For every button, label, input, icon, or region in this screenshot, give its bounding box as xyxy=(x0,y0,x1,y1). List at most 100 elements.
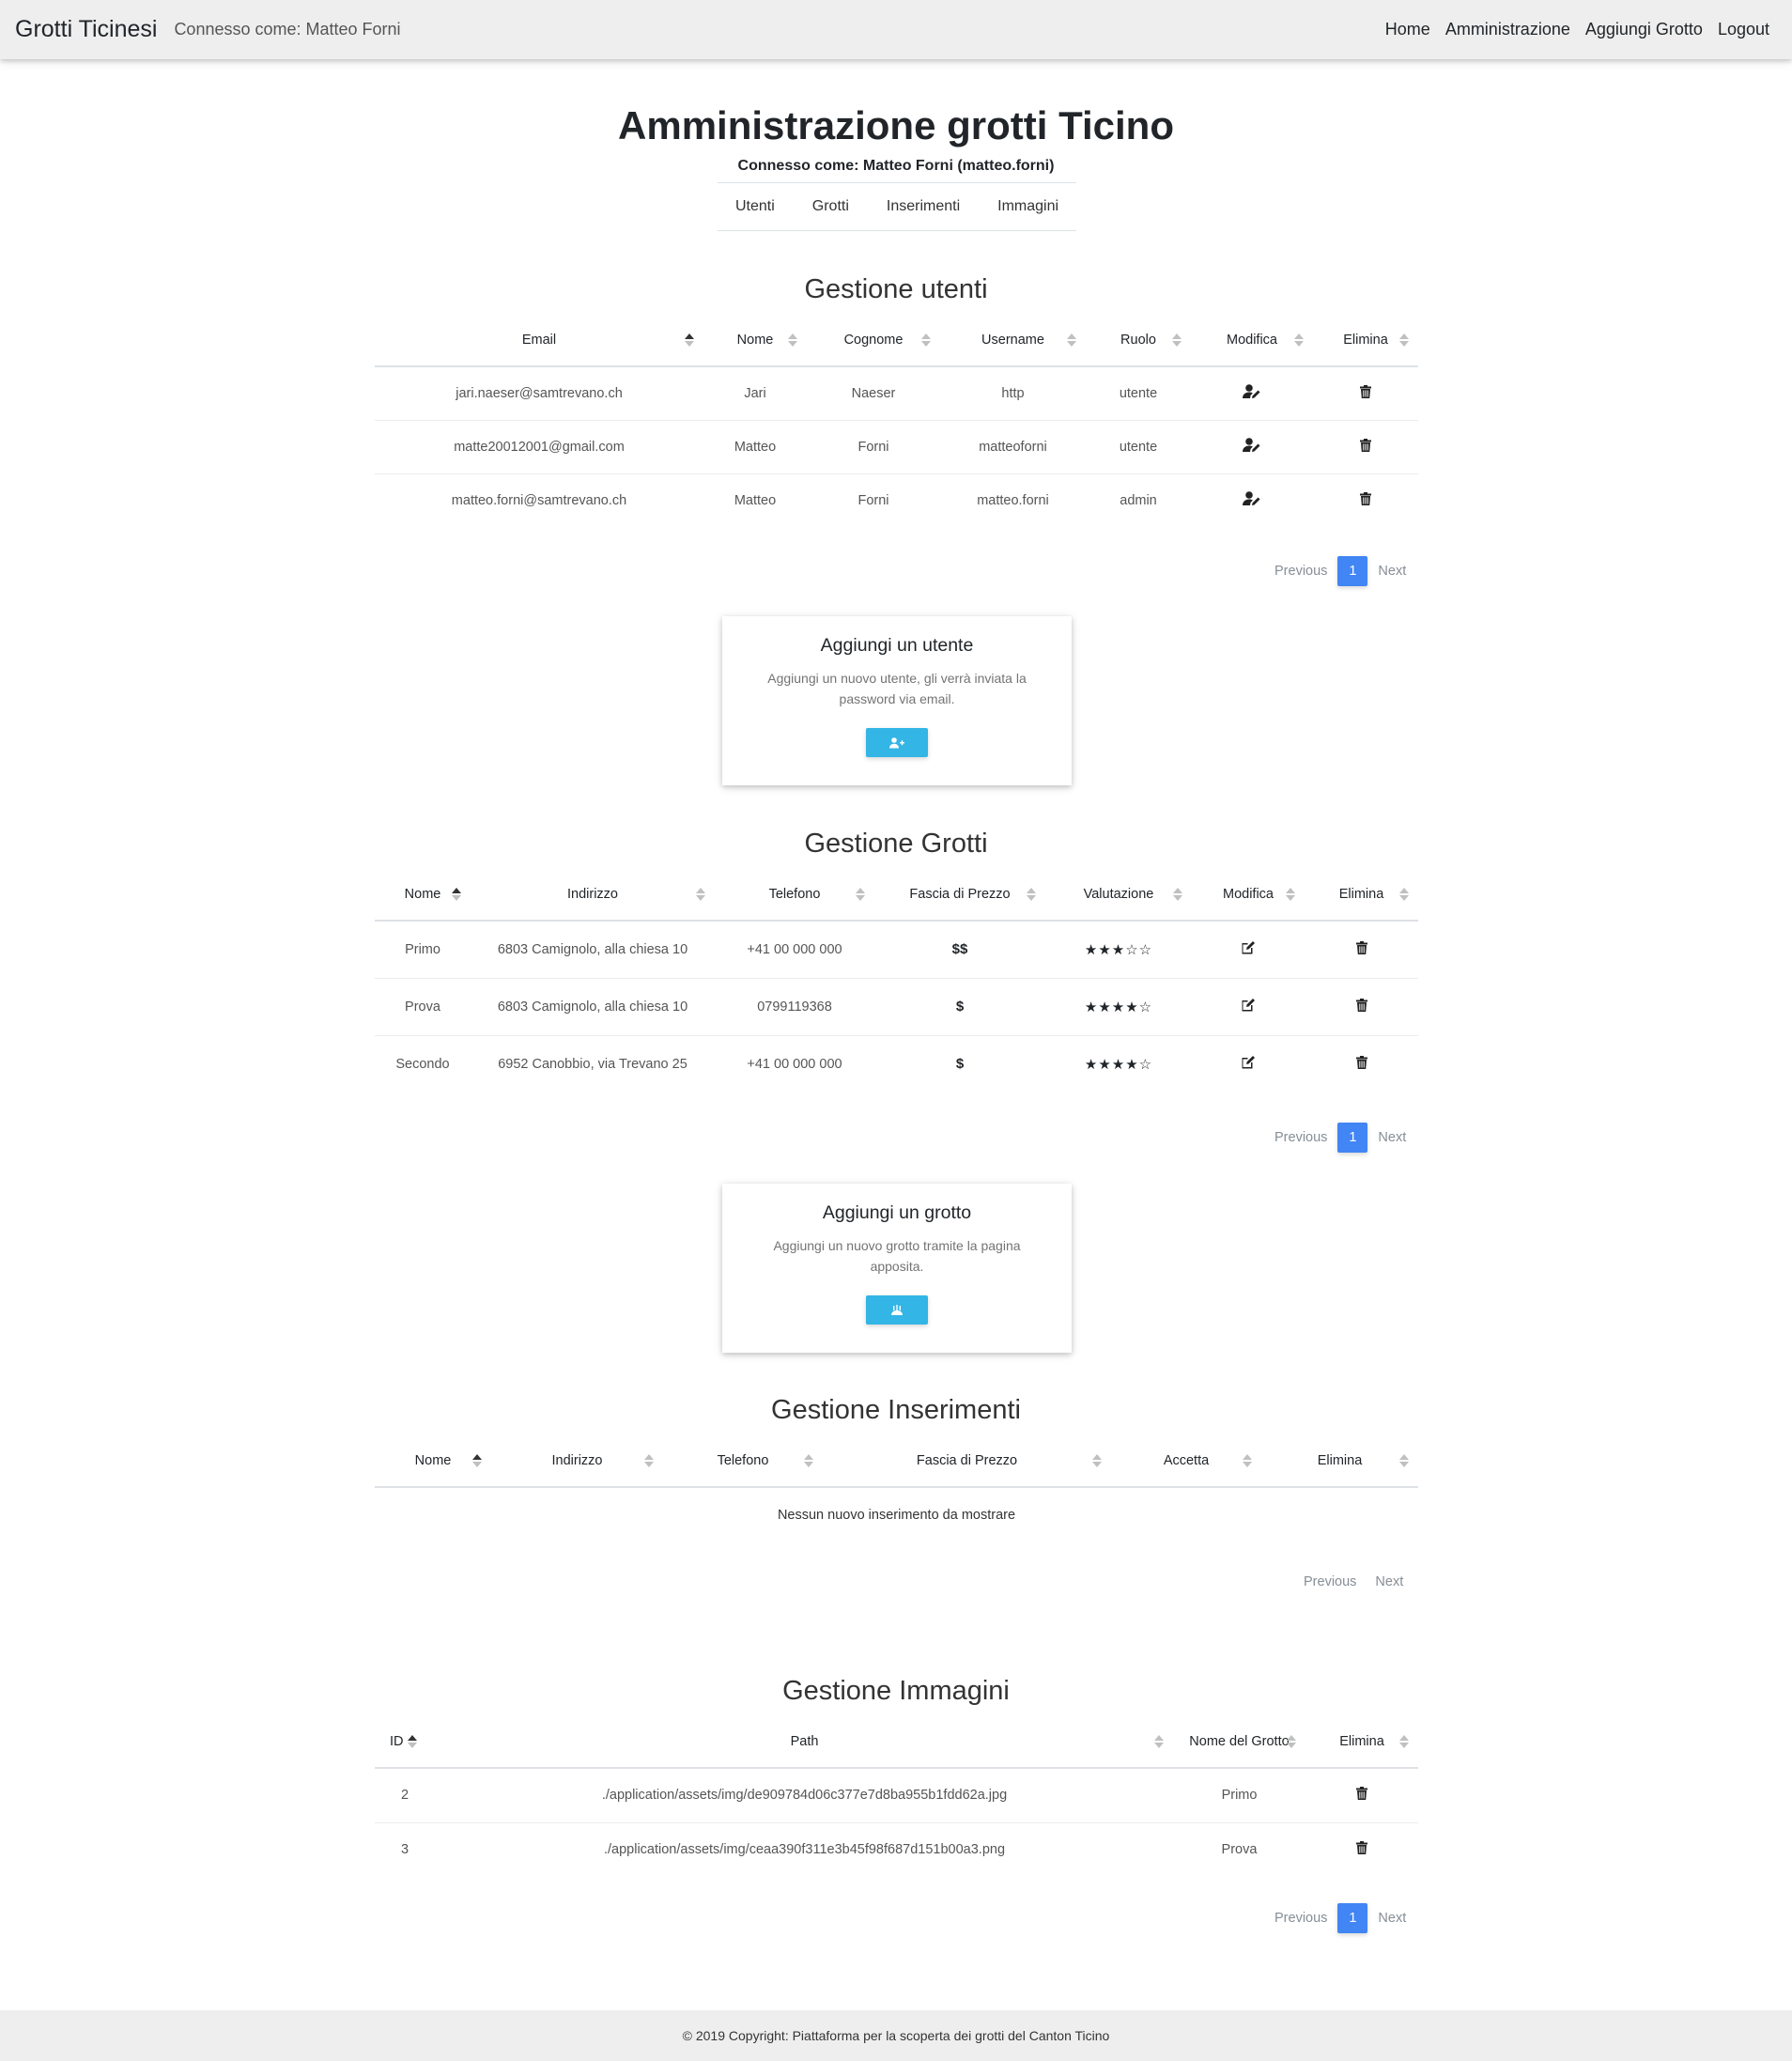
price-range: $ xyxy=(955,999,965,1015)
nav-add-grotto-link[interactable]: Aggiungi Grotto xyxy=(1578,20,1710,39)
col-header-elimina[interactable]: Elimina xyxy=(1305,1715,1418,1769)
sort-icon xyxy=(1173,887,1182,902)
pagination-previous[interactable]: Previous xyxy=(1265,1130,1336,1145)
col-header-telefono[interactable]: Telefono xyxy=(715,868,874,922)
col-header-prezzo[interactable]: Fascia di Prezzo xyxy=(823,1434,1111,1488)
col-header-path[interactable]: Path xyxy=(436,1715,1173,1769)
col-header-telefono[interactable]: Telefono xyxy=(663,1434,823,1488)
col-header-modifica[interactable]: Modifica xyxy=(1191,314,1313,367)
tab-grotti[interactable]: Grotti xyxy=(794,198,868,215)
col-header-nome[interactable]: Nome xyxy=(375,868,471,922)
card-text: Aggiungi un nuovo utente, gli verrà invi… xyxy=(767,671,1027,706)
sort-icon xyxy=(1243,1453,1252,1468)
pagination-next[interactable]: Next xyxy=(1368,1911,1415,1926)
col-header-elimina[interactable]: Elimina xyxy=(1305,868,1418,922)
sort-icon xyxy=(1067,333,1076,348)
user-edit-icon[interactable] xyxy=(1243,490,1261,510)
col-label: Nome xyxy=(736,332,774,348)
col-header-prezzo[interactable]: Fascia di Prezzo xyxy=(874,868,1045,922)
col-label: Valutazione xyxy=(1083,886,1154,902)
col-label: ID xyxy=(390,1733,404,1749)
sort-icon xyxy=(1294,333,1304,348)
tab-inserimenti[interactable]: Inserimenti xyxy=(868,198,979,215)
trash-icon[interactable] xyxy=(1355,1055,1367,1073)
users-table: Email Nome Cognome Username Ruolo Modifi… xyxy=(375,314,1418,527)
trash-icon[interactable] xyxy=(1356,1787,1367,1804)
edit-icon[interactable] xyxy=(1241,998,1256,1015)
nav-logout-link[interactable]: Logout xyxy=(1710,20,1777,39)
pagination-next[interactable]: Next xyxy=(1368,564,1415,579)
sort-icon xyxy=(1027,887,1036,902)
pagination-page-1[interactable]: 1 xyxy=(1337,556,1368,586)
add-user-button[interactable] xyxy=(866,728,928,757)
brand-link[interactable]: Grotti Ticinesi xyxy=(15,16,157,43)
col-header-valutazione[interactable]: Valutazione xyxy=(1045,868,1192,922)
pagination-previous[interactable]: Previous xyxy=(1265,564,1336,579)
nav-home-link[interactable]: Home xyxy=(1378,20,1438,39)
trash-icon[interactable] xyxy=(1355,998,1367,1015)
sort-icon xyxy=(644,1453,654,1468)
col-header-cognome[interactable]: Cognome xyxy=(807,314,940,367)
cell-id: 3 xyxy=(401,1842,409,1858)
pagination-previous[interactable]: Previous xyxy=(1265,1911,1336,1926)
immagini-pagination: Previous 1 Next xyxy=(1265,1903,1415,1933)
user-edit-icon[interactable] xyxy=(1243,383,1261,403)
pagination-previous[interactable]: Previous xyxy=(1294,1574,1366,1589)
col-header-id[interactable]: ID xyxy=(375,1715,436,1769)
trash-icon[interactable] xyxy=(1360,438,1371,456)
cell-grotto: Primo xyxy=(1173,1768,1305,1823)
edit-icon[interactable] xyxy=(1241,1055,1256,1073)
trash-icon[interactable] xyxy=(1355,940,1367,958)
col-label: Modifica xyxy=(1227,332,1277,348)
col-header-email[interactable]: Email xyxy=(375,314,703,367)
pagination-page-1[interactable]: 1 xyxy=(1337,1903,1368,1933)
nav-admin-link[interactable]: Amministrazione xyxy=(1438,20,1578,39)
pagination-page-1[interactable]: 1 xyxy=(1337,1123,1368,1153)
footer: © 2019 Copyright: Piattaforma per la sco… xyxy=(0,2010,1792,2061)
col-header-modifica[interactable]: Modifica xyxy=(1192,868,1305,922)
user-edit-icon[interactable] xyxy=(1243,437,1261,457)
cell-telefono: 0799119368 xyxy=(715,978,874,1036)
edit-icon[interactable] xyxy=(1241,940,1256,958)
table-row: Primo 6803 Camignolo, alla chiesa 10 +41… xyxy=(375,921,1418,979)
table-row: matteo.forni@samtrevano.ch Matteo Forni … xyxy=(375,473,1418,527)
pagination-next[interactable]: Next xyxy=(1368,1130,1415,1145)
cell-email: jari.naeser@samtrevano.ch xyxy=(375,366,703,421)
add-grotto-button[interactable] xyxy=(866,1295,928,1325)
sort-icon xyxy=(921,333,931,348)
col-header-elimina[interactable]: Elimina xyxy=(1313,314,1418,367)
sort-icon xyxy=(1154,1734,1164,1749)
cell-ruolo: utente xyxy=(1086,420,1191,474)
col-header-accetta[interactable]: Accetta xyxy=(1111,1434,1261,1488)
immagini-section-title: Gestione Immagini xyxy=(782,1676,1010,1706)
cell-path: ./application/assets/img/ceaa390f311e3b4… xyxy=(603,1842,1006,1858)
col-label: Accetta xyxy=(1163,1452,1210,1468)
col-label: Indirizzo xyxy=(551,1452,603,1468)
col-header-indirizzo[interactable]: Indirizzo xyxy=(471,868,715,922)
col-header-elimina[interactable]: Elimina xyxy=(1261,1434,1418,1488)
cell-cognome: Forni xyxy=(807,420,940,474)
cell-nome: Jari xyxy=(703,366,807,421)
col-label: Ruolo xyxy=(1120,332,1156,348)
col-header-indirizzo[interactable]: Indirizzo xyxy=(491,1434,663,1488)
col-header-nome[interactable]: Nome xyxy=(703,314,807,367)
trash-icon[interactable] xyxy=(1360,384,1371,402)
col-header-ruolo[interactable]: Ruolo xyxy=(1086,314,1191,367)
sort-icon xyxy=(696,887,705,902)
col-header-nome-grotto[interactable]: Nome del Grotto xyxy=(1173,1715,1305,1769)
col-label: Fascia di Prezzo xyxy=(909,886,1011,902)
col-header-username[interactable]: Username xyxy=(940,314,1086,367)
cell-username: http xyxy=(940,366,1086,421)
col-header-nome[interactable]: Nome xyxy=(375,1434,491,1488)
sort-icon xyxy=(788,333,797,348)
pagination-next[interactable]: Next xyxy=(1366,1574,1413,1589)
tab-immagini[interactable]: Immagini xyxy=(979,198,1077,215)
cell-nome: Secondo xyxy=(395,1056,450,1072)
trash-icon[interactable] xyxy=(1356,1841,1367,1858)
tab-utenti[interactable]: Utenti xyxy=(717,198,794,215)
navbar: Grotti Ticinesi Connesso come: Matteo Fo… xyxy=(0,0,1792,59)
col-label: Path xyxy=(790,1733,819,1749)
cell-grotto: Prova xyxy=(1221,1842,1258,1858)
col-label: Modifica xyxy=(1223,886,1274,902)
trash-icon[interactable] xyxy=(1360,491,1371,509)
